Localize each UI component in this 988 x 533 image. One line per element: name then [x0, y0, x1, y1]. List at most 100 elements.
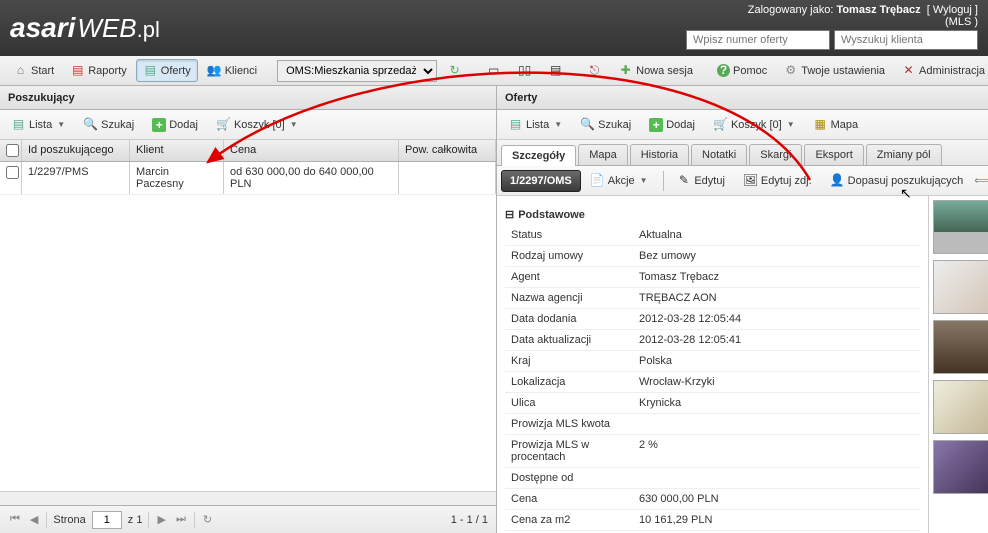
offers-button[interactable]: ▤Oferty: [136, 59, 198, 82]
layout-button-1[interactable]: ▭: [479, 59, 508, 82]
thumbnail[interactable]: [933, 380, 988, 434]
tools-icon: ✕: [901, 63, 916, 78]
thumbnail[interactable]: [933, 320, 988, 374]
thumbnail[interactable]: [933, 440, 988, 494]
layout-button-2[interactable]: ▯▯: [510, 59, 539, 82]
report-icon: ▤: [70, 63, 85, 78]
offers-list-button[interactable]: ▤Lista▼: [501, 113, 569, 136]
refresh-icon-button[interactable]: ↻: [440, 59, 469, 82]
edit-photos-button[interactable]: 🖼Edytuj zdj.: [736, 169, 819, 192]
prop-label: Ulica: [505, 393, 633, 413]
list-icon: ▤: [11, 117, 26, 132]
photo-icon: 🖼: [743, 173, 758, 188]
tab-history[interactable]: Historia: [630, 144, 689, 165]
help-button[interactable]: ?Pomoc: [710, 60, 774, 81]
col-header-area[interactable]: Pow. całkowita: [399, 140, 496, 161]
gear-icon: ⚙: [783, 63, 798, 78]
start-button[interactable]: ⌂Start: [6, 59, 61, 82]
prop-label: Status: [505, 225, 633, 245]
row-price: od 630 000,00 do 640 000,00 PLN: [224, 162, 399, 194]
chevron-down-icon: ▼: [640, 176, 648, 185]
horizontal-scrollbar[interactable]: [0, 491, 496, 505]
offers-cart-button[interactable]: 🛒Koszyk [0]▼: [706, 113, 802, 136]
property-row: Rodzaj umowyBez umowy: [505, 246, 920, 267]
prev-offer-button[interactable]: ⟸: [974, 174, 988, 187]
layout-button-3[interactable]: ▤: [541, 59, 570, 82]
offer-detail-body: ⊟ Podstawowe StatusAktualnaRodzaj umowyB…: [497, 196, 988, 533]
prop-label: Nazwa agencji: [505, 288, 633, 308]
prop-label: Data aktualizacji: [505, 330, 633, 350]
col-header-id[interactable]: Id poszukującego: [22, 140, 130, 161]
row-checkbox[interactable]: [6, 166, 19, 179]
property-row: Cena za m210 161,29 PLN: [505, 510, 920, 531]
seekers-header: Poszukujący: [0, 86, 496, 110]
tab-export[interactable]: Eksport: [804, 144, 863, 165]
tab-field-changes[interactable]: Zmiany pól: [866, 144, 942, 165]
prev-page-button[interactable]: ◀: [28, 511, 40, 528]
first-page-button[interactable]: ⏮: [8, 511, 22, 528]
cart-button[interactable]: 🛒Koszyk [0]▼: [209, 113, 305, 136]
section-basic[interactable]: ⊟ Podstawowe: [505, 204, 920, 225]
prop-value: Tomasz Trębacz: [633, 267, 920, 287]
col-header-client[interactable]: Klient: [130, 140, 224, 161]
tab-notes[interactable]: Notatki: [691, 144, 747, 165]
user-match-icon: 👤: [830, 173, 845, 188]
thumbnail[interactable]: [933, 260, 988, 314]
reload-button[interactable]: ↻: [201, 511, 214, 528]
add-button[interactable]: +Dodaj: [145, 114, 205, 136]
cart-icon: 🛒: [713, 117, 728, 132]
reports-button[interactable]: ▤Raporty: [63, 59, 134, 82]
table-row[interactable]: 1/2297/PMS Marcin Paczesny od 630 000,00…: [0, 162, 496, 195]
prop-label: Lokalizacja: [505, 372, 633, 392]
logged-in-label: Zalogowany jako:: [748, 4, 834, 16]
client-search-input[interactable]: [834, 30, 978, 50]
new-session-button[interactable]: ✚Nowa sesja: [611, 59, 700, 82]
match-seekers-button[interactable]: 👤Dopasuj poszukujących: [823, 169, 971, 192]
list-button[interactable]: ▤Lista▼: [4, 113, 72, 136]
row-area: [399, 162, 496, 194]
search-icon: 🔍: [580, 117, 595, 132]
seekers-toolbar: ▤Lista▼ 🔍Szukaj +Dodaj 🛒Koszyk [0]▼: [0, 110, 496, 140]
offers-map-button[interactable]: ▦Mapa: [806, 113, 866, 136]
property-row: UlicaKrynicka: [505, 393, 920, 414]
category-select[interactable]: OMS:Mieszkania sprzedaż: [277, 60, 437, 82]
map-icon: ▦: [813, 117, 828, 132]
select-all-checkbox[interactable]: [6, 144, 19, 157]
tab-complaints[interactable]: Skargi: [749, 144, 802, 165]
tab-map[interactable]: Mapa: [578, 144, 628, 165]
offers-add-button[interactable]: +Dodaj: [642, 114, 702, 136]
search-button[interactable]: 🔍Szukaj: [76, 113, 141, 136]
tab-details[interactable]: Szczegóły: [501, 145, 576, 166]
offers-icon: ▤: [143, 63, 158, 78]
offer-properties: ⊟ Podstawowe StatusAktualnaRodzaj umowyB…: [497, 196, 928, 533]
next-page-button[interactable]: ▶: [155, 511, 167, 528]
row-client: Marcin Paczesny: [130, 162, 224, 194]
prop-label: Prowizja MLS kwota: [505, 414, 633, 434]
last-page-button[interactable]: ⏭: [174, 511, 188, 528]
prop-value: Aktualna: [633, 225, 920, 245]
exit-icon-button[interactable]: ⎋: [580, 59, 609, 82]
settings-button[interactable]: ⚙Twoje ustawienia: [776, 59, 892, 82]
prop-value: 2012-03-28 12:05:41: [633, 330, 920, 350]
thumbnail[interactable]: [933, 200, 988, 254]
main-toolbar: ⌂Start ▤Raporty ▤Oferty 👥Klienci OMS:Mie…: [0, 56, 988, 86]
offer-search-input[interactable]: [686, 30, 830, 50]
collapse-icon: ⊟: [505, 208, 514, 221]
logout-link[interactable]: [ Wyloguj ]: [927, 4, 978, 16]
chevron-down-icon: ▼: [554, 120, 562, 129]
header-search-row: [686, 30, 978, 50]
administration-button[interactable]: ✕Administracja: [894, 59, 988, 82]
search-icon: 🔍: [83, 117, 98, 132]
offers-toolbar: ▤Lista▼ 🔍Szukaj +Dodaj 🛒Koszyk [0]▼ ▦Map…: [497, 110, 988, 140]
page-label: Strona: [53, 514, 85, 526]
offer-id-badge: 1/2297/OMS: [501, 170, 581, 192]
layout-stack-icon: ▤: [548, 63, 563, 78]
page-input[interactable]: [92, 511, 122, 529]
logo-bold: asari: [10, 12, 75, 44]
col-header-price[interactable]: Cena: [224, 140, 399, 161]
clients-button[interactable]: 👥Klienci: [200, 59, 264, 82]
property-row: Data aktualizacji2012-03-28 12:05:41: [505, 330, 920, 351]
actions-button[interactable]: 📄Akcje▼: [583, 169, 655, 192]
offers-search-button[interactable]: 🔍Szukaj: [573, 113, 638, 136]
edit-button[interactable]: ✎Edytuj: [669, 169, 732, 192]
